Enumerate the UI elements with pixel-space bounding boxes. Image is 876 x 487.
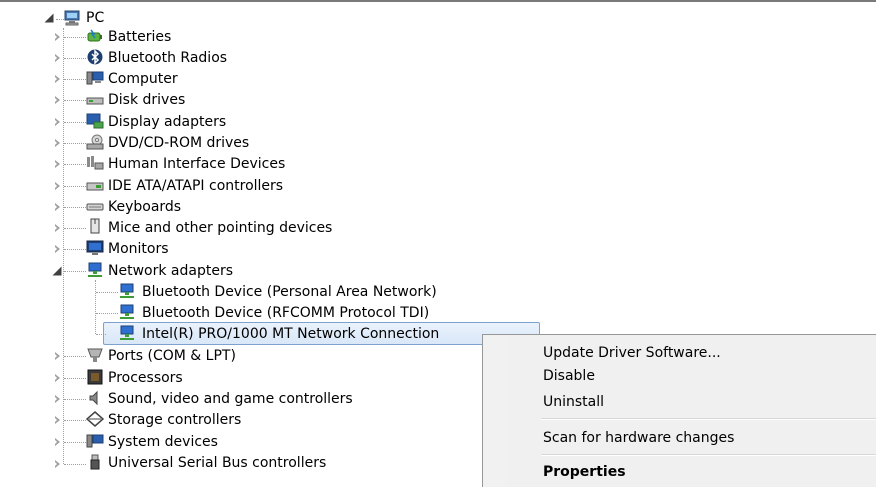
- expand-arrow-icon[interactable]: [52, 414, 62, 426]
- network-adapter-icon: [88, 262, 102, 277]
- monitor-icon: [86, 240, 104, 255]
- expand-arrow-icon[interactable]: [52, 94, 62, 106]
- tree-item-label: Processors: [108, 370, 183, 386]
- tree-child-label: Bluetooth Device (Personal Area Network): [142, 284, 437, 300]
- tree-connector: [64, 249, 86, 250]
- tree-item-label: Sound, video and game controllers: [108, 391, 353, 407]
- expand-arrow-icon[interactable]: [52, 436, 62, 448]
- tree-connector: [64, 420, 86, 421]
- network-adapter-icon: [120, 325, 134, 340]
- usb-icon: [90, 454, 100, 470]
- sound-icon: [89, 390, 98, 406]
- context-menu: Update Driver Software... Disable Uninst…: [482, 334, 876, 487]
- tree-item-label: Keyboards: [108, 199, 182, 215]
- tree-item-label: System devices: [108, 434, 218, 450]
- tree-connector: [64, 464, 86, 465]
- tree-item-label: Ports (COM & LPT): [108, 348, 236, 364]
- tree-item-label: DVD/CD-ROM drives: [108, 135, 250, 151]
- menu-gutter: [483, 335, 507, 487]
- network-adapter-icon: [120, 283, 134, 298]
- tree-connector: [64, 79, 86, 80]
- keyboard-icon: [86, 203, 104, 211]
- expand-arrow-icon[interactable]: [52, 31, 62, 43]
- expand-arrow-icon[interactable]: [52, 201, 62, 213]
- expand-arrow-icon[interactable]: [52, 116, 62, 128]
- dvd-drive-icon: [86, 134, 104, 150]
- tree-item-label: Universal Serial Bus controllers: [108, 455, 327, 471]
- tree-connector: [64, 378, 86, 379]
- tree-connector: [96, 334, 106, 335]
- tree-item-label: Display adapters: [108, 114, 227, 130]
- expand-arrow-icon[interactable]: [52, 350, 62, 362]
- pc-icon: [64, 10, 80, 26]
- battery-icon: [87, 29, 102, 42]
- bluetooth-icon: [87, 49, 103, 65]
- tree-connector: [64, 143, 86, 144]
- menu-item-uninstall[interactable]: Uninstall: [543, 392, 604, 412]
- expand-arrow-icon[interactable]: [52, 180, 62, 192]
- tree-item-label: Human Interface Devices: [108, 156, 286, 172]
- expand-arrow-icon[interactable]: [52, 265, 62, 277]
- tree-item-label: Monitors: [108, 241, 169, 257]
- tree-item-label: Network adapters: [108, 263, 233, 279]
- tree-item-label: Batteries: [108, 29, 172, 45]
- expand-arrow-icon[interactable]: [52, 158, 62, 170]
- processor-icon: [87, 369, 103, 385]
- storage-icon: [86, 411, 104, 427]
- port-icon: [87, 348, 103, 362]
- tree-branch-line: [95, 280, 96, 334]
- tree-connector: [64, 228, 86, 229]
- tree-connector: [64, 207, 86, 208]
- disk-drive-icon: [86, 97, 104, 105]
- tree-connector: [64, 356, 86, 357]
- expand-arrow-icon[interactable]: [52, 52, 62, 64]
- tree-connector: [96, 292, 118, 293]
- expand-arrow-icon[interactable]: [52, 458, 62, 470]
- expand-arrow-icon[interactable]: [52, 222, 62, 234]
- tree-child-label: Intel(R) PRO/1000 MT Network Connection: [142, 326, 440, 342]
- expand-arrow-icon[interactable]: [52, 393, 62, 405]
- tree-connector: [64, 271, 86, 272]
- tree-connector: [64, 37, 86, 38]
- tree-item-label: Bluetooth Radios: [108, 50, 228, 66]
- tree-child-label: Bluetooth Device (RFCOMM Protocol TDI): [142, 305, 430, 321]
- tree-item-label: Disk drives: [108, 92, 186, 108]
- tree-connector: [64, 100, 86, 101]
- tree-item-label: Mice and other pointing devices: [108, 220, 333, 236]
- menu-item-update-driver[interactable]: Update Driver Software...: [543, 343, 721, 363]
- tree-connector: [64, 186, 86, 187]
- menu-item-scan-hardware[interactable]: Scan for hardware changes: [543, 428, 734, 448]
- expand-arrow-icon[interactable]: [52, 372, 62, 384]
- display-adapter-icon: [86, 113, 104, 129]
- tree-item-label: Storage controllers: [108, 412, 242, 428]
- tree-connector: [64, 164, 86, 165]
- tree-item-label: IDE ATA/ATAPI controllers: [108, 178, 284, 194]
- menu-separator: [541, 418, 876, 420]
- expand-arrow-icon[interactable]: [44, 12, 54, 24]
- expand-arrow-icon[interactable]: [52, 137, 62, 149]
- tree-connector: [96, 313, 118, 314]
- network-adapter-icon: [120, 304, 134, 319]
- hid-icon: [87, 156, 104, 170]
- ide-controller-icon: [86, 182, 104, 191]
- mouse-icon: [90, 218, 100, 234]
- tree-connector: [64, 122, 86, 123]
- computer-icon: [86, 71, 104, 85]
- expand-arrow-icon[interactable]: [52, 243, 62, 255]
- tree-connector: [64, 58, 86, 59]
- menu-separator: [541, 454, 876, 456]
- menu-item-properties[interactable]: Properties: [543, 462, 626, 482]
- expand-arrow-icon[interactable]: [52, 73, 62, 85]
- system-device-icon: [86, 434, 104, 448]
- tree-item-label: Computer: [108, 71, 178, 87]
- tree-connector: [56, 19, 64, 20]
- menu-item-disable[interactable]: Disable: [543, 366, 595, 386]
- tree-connector: [64, 442, 86, 443]
- tree-connector: [64, 399, 86, 400]
- tree-root-label: PC: [86, 10, 105, 26]
